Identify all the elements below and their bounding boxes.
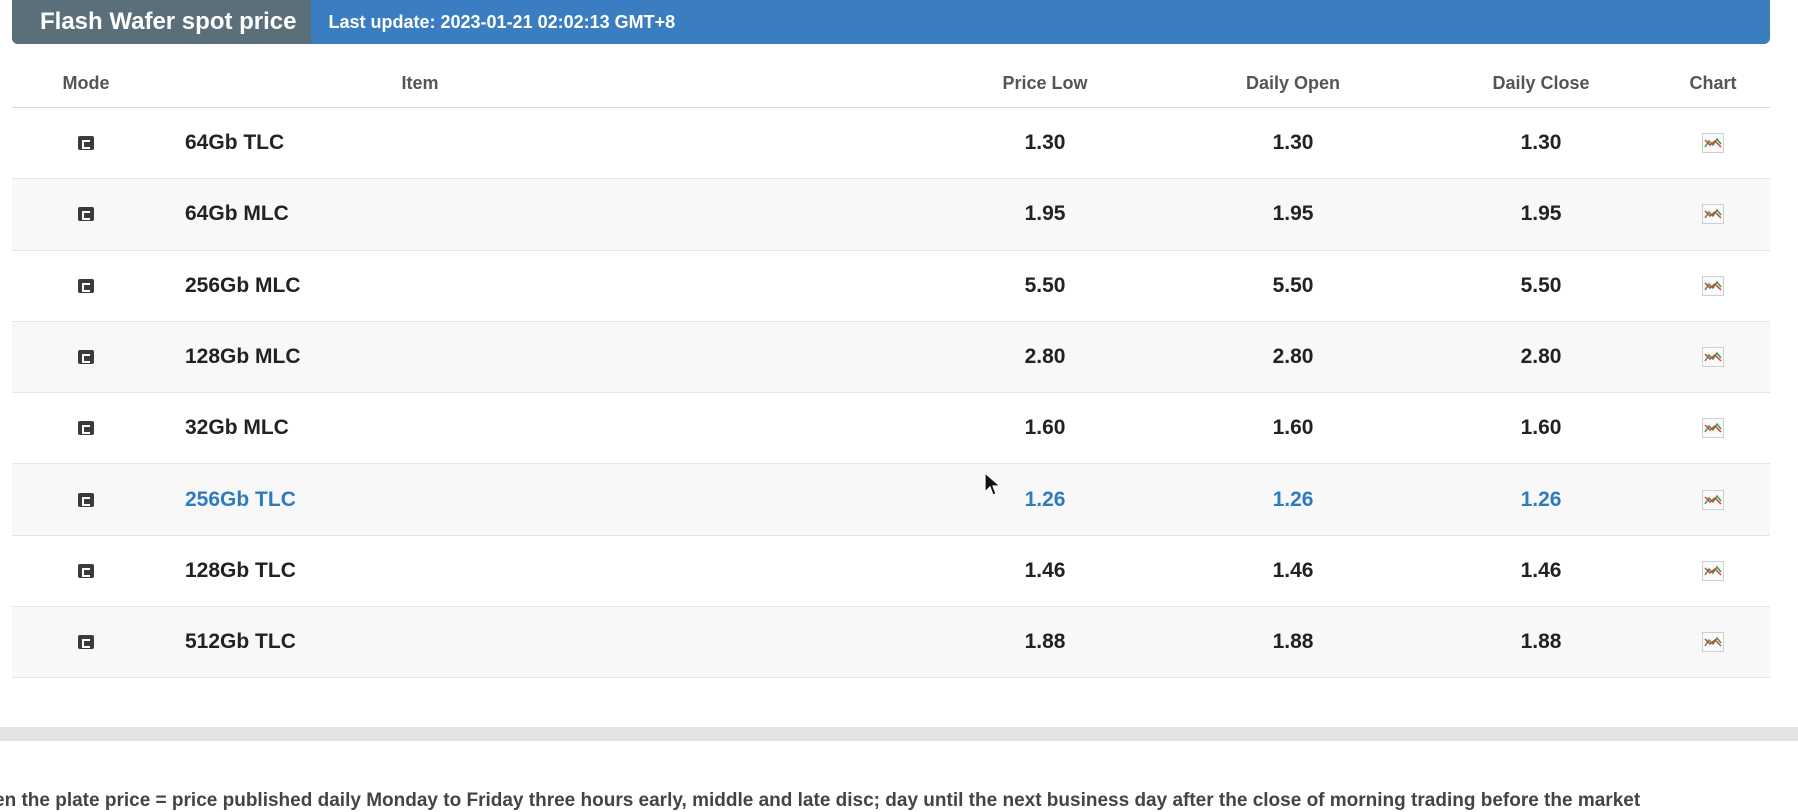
chart-icon[interactable] <box>1702 275 1724 296</box>
price-low-value: 1.30 <box>1024 131 1066 155</box>
table-row-hovered[interactable]: 256Gb TLC 1.26 1.26 1.26 <box>12 464 1770 536</box>
mode-icon <box>78 563 94 578</box>
daily-open-value: 1.30 <box>1272 131 1314 155</box>
daily-open-value: 1.26 <box>1272 487 1314 511</box>
table-row[interactable]: 128Gb MLC 2.80 2.80 2.80 <box>12 321 1770 394</box>
page: Flash Wafer spot price Last update: 2023… <box>0 0 1798 812</box>
daily-close-value: 2.80 <box>1520 345 1562 369</box>
daily-close-value: 1.26 <box>1520 487 1562 511</box>
chart-icon[interactable] <box>1702 204 1724 225</box>
last-update-text: Last update: 2023-01-21 02:02:13 GMT+8 <box>328 11 676 32</box>
daily-open-value: 1.46 <box>1272 558 1314 582</box>
table-row[interactable]: 256Gb MLC 5.50 5.50 5.50 <box>12 251 1770 322</box>
chart-icon[interactable] <box>1702 632 1724 653</box>
price-low-value: 2.80 <box>1024 345 1066 369</box>
item-name[interactable]: 256Gb MLC <box>160 274 301 297</box>
chart-icon[interactable] <box>1702 489 1724 510</box>
mouse-cursor-icon <box>984 472 1002 496</box>
section-divider <box>0 727 1798 741</box>
page-title: Flash Wafer spot price <box>12 0 311 44</box>
item-name[interactable]: 512Gb TLC <box>160 630 296 653</box>
table-row[interactable]: 512Gb TLC 1.88 1.88 1.88 <box>12 607 1770 679</box>
table-row[interactable]: 32Gb MLC 1.60 1.60 1.60 <box>12 393 1770 465</box>
item-name[interactable]: 128Gb MLC <box>160 345 301 368</box>
column-header-item: Item <box>401 73 439 93</box>
item-name[interactable]: 64Gb TLC <box>160 131 284 154</box>
item-name[interactable]: 32Gb MLC <box>160 416 289 439</box>
table-row[interactable]: 64Gb TLC 1.30 1.30 1.30 <box>12 108 1770 180</box>
table-header: Mode Item Price Low Daily Open Daily Clo… <box>12 60 1770 108</box>
chart-icon[interactable] <box>1702 418 1724 439</box>
daily-close-value: 1.60 <box>1520 416 1562 440</box>
item-name[interactable]: 128Gb TLC <box>160 559 296 582</box>
spot-price-table: Mode Item Price Low Daily Open Daily Clo… <box>12 60 1770 679</box>
chart-icon[interactable] <box>1702 347 1724 368</box>
column-header-chart: Chart <box>1689 73 1737 93</box>
item-name[interactable]: 64Gb MLC <box>160 202 289 225</box>
mode-icon <box>78 492 94 507</box>
price-low-value: 1.88 <box>1024 630 1066 654</box>
daily-open-value: 2.80 <box>1272 345 1314 369</box>
chart-icon[interactable] <box>1702 133 1724 154</box>
daily-open-value: 1.60 <box>1272 416 1314 440</box>
mode-icon <box>78 278 94 293</box>
daily-close-value: 5.50 <box>1520 273 1562 297</box>
header-bar: Flash Wafer spot price Last update: 2023… <box>12 0 1770 44</box>
table-row[interactable]: 128Gb TLC 1.46 1.46 1.46 <box>12 536 1770 608</box>
daily-open-value: 1.95 <box>1272 202 1314 226</box>
mode-icon <box>78 421 94 436</box>
daily-close-value: 1.95 <box>1520 202 1562 226</box>
item-name[interactable]: 256Gb TLC <box>160 488 296 511</box>
footer-note: en the plate price = price published dai… <box>0 790 1641 811</box>
daily-close-value: 1.30 <box>1520 131 1562 155</box>
price-low-value: 5.50 <box>1024 273 1066 297</box>
daily-open-value: 1.88 <box>1272 630 1314 654</box>
mode-icon <box>78 207 94 222</box>
table-row[interactable]: 64Gb MLC 1.95 1.95 1.95 <box>12 179 1770 251</box>
mode-icon <box>78 635 94 650</box>
chart-icon[interactable] <box>1702 560 1724 581</box>
mode-icon <box>78 350 94 365</box>
daily-close-value: 1.46 <box>1520 558 1562 582</box>
column-header-daily-close[interactable]: Daily Close <box>1426 73 1656 94</box>
daily-close-value: 1.88 <box>1520 630 1562 654</box>
column-header-mode: Mode <box>62 73 110 93</box>
price-low-value: 1.60 <box>1024 416 1066 440</box>
daily-open-value: 5.50 <box>1272 273 1314 297</box>
price-low-value: 1.95 <box>1024 202 1066 226</box>
mode-icon <box>78 136 94 151</box>
price-low-value: 1.26 <box>1024 487 1066 511</box>
price-low-value: 1.46 <box>1024 558 1066 582</box>
column-header-daily-open[interactable]: Daily Open <box>1160 73 1426 94</box>
column-header-price-low[interactable]: Price Low <box>930 73 1160 94</box>
